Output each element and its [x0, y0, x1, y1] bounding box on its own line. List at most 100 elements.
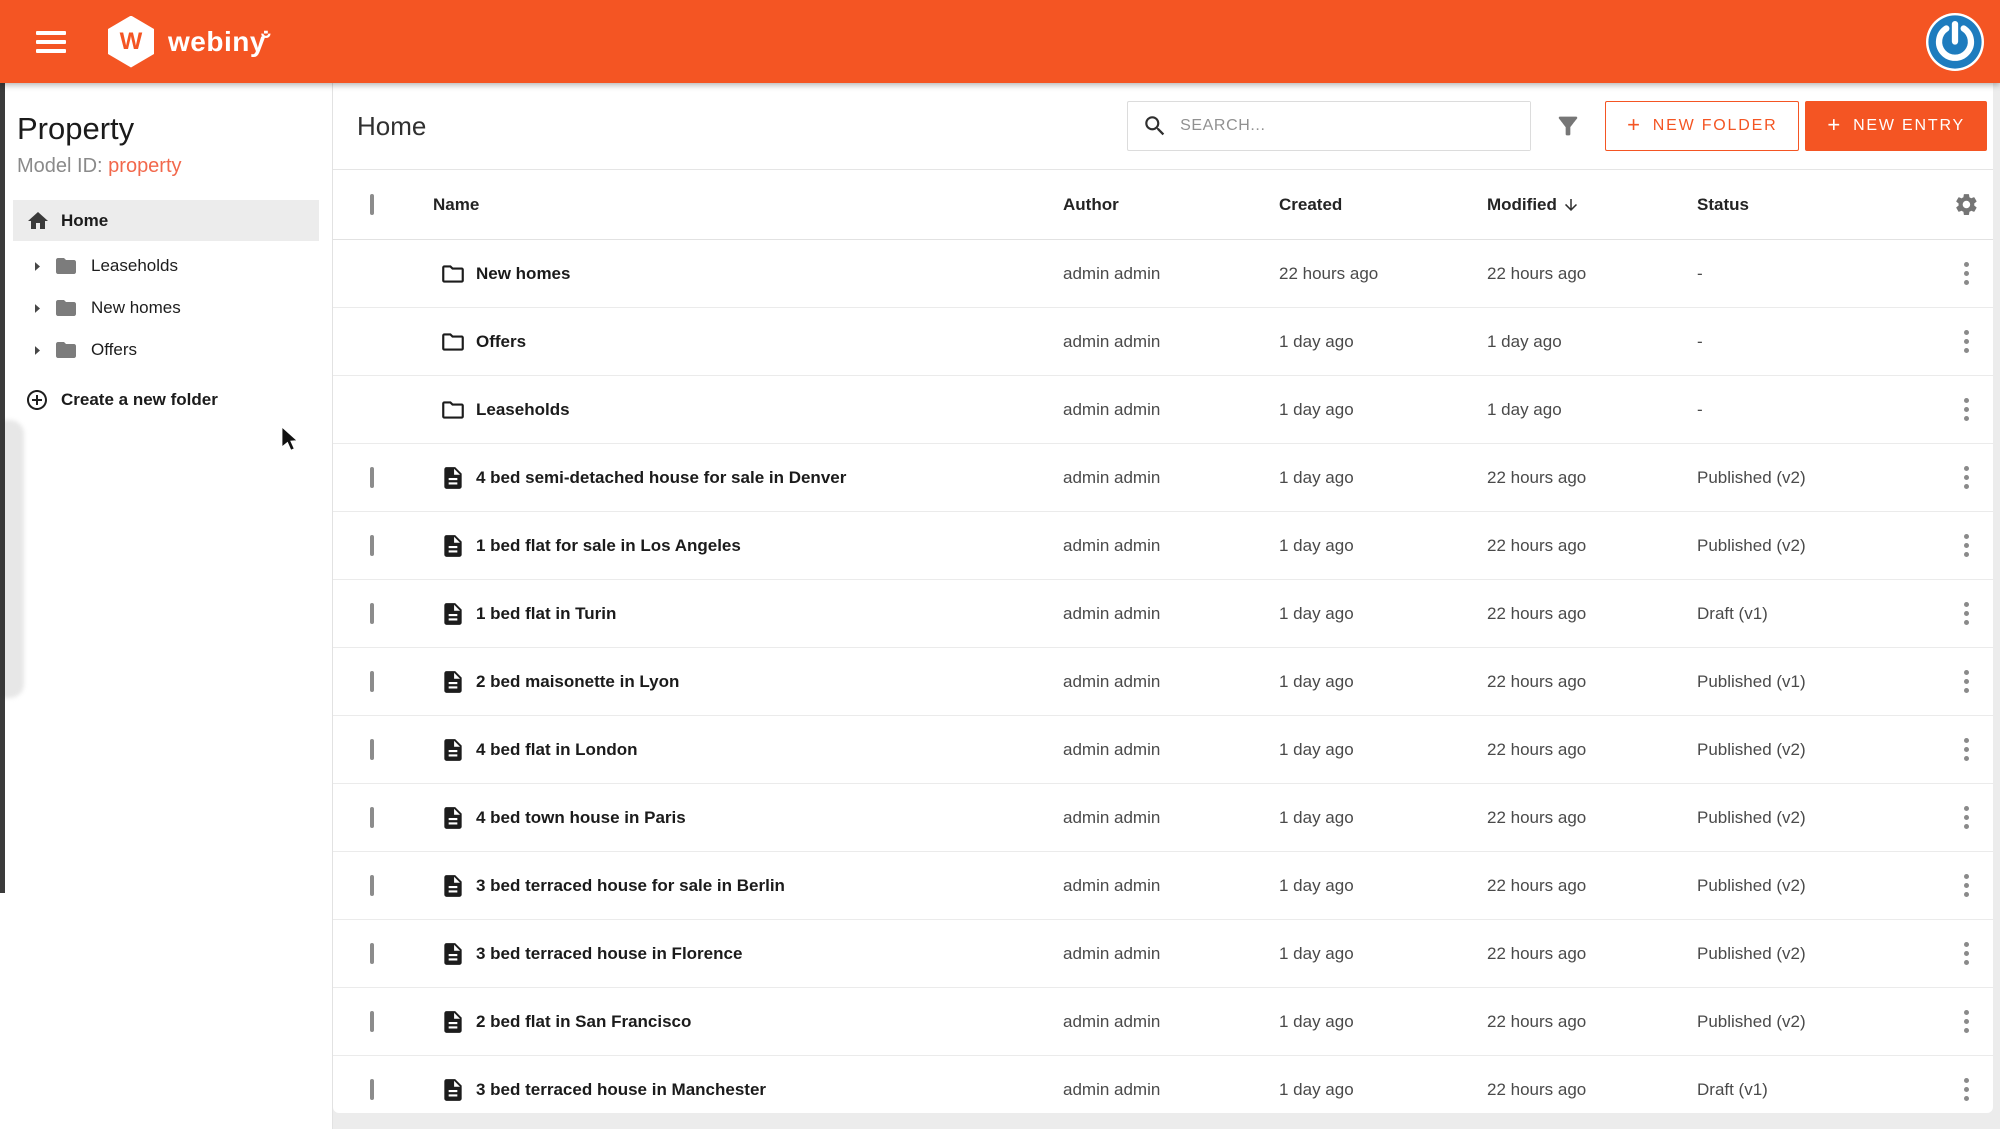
column-header-created[interactable]: Created — [1279, 195, 1487, 215]
table-row[interactable]: 4 bed semi-detached house for sale in De… — [333, 444, 1993, 512]
table-row[interactable]: Leaseholds admin admin 1 day ago 1 day a… — [333, 376, 1993, 444]
document-icon — [440, 533, 466, 559]
folder-icon — [56, 342, 76, 358]
table-row[interactable]: Offers admin admin 1 day ago 1 day ago - — [333, 308, 1993, 376]
column-header-modified[interactable]: Modified — [1487, 195, 1697, 215]
row-checkbox[interactable] — [370, 534, 374, 556]
kebab-menu-icon[interactable] — [1952, 394, 1982, 425]
new-entry-button[interactable]: + NEW ENTRY — [1805, 101, 1987, 151]
table-row[interactable]: New homes admin admin 22 hours ago 22 ho… — [333, 240, 1993, 308]
column-header-author[interactable]: Author — [1063, 195, 1279, 215]
kebab-menu-icon[interactable] — [1952, 258, 1982, 289]
row-status: - — [1697, 263, 1703, 283]
table-row[interactable]: 2 bed maisonette in Lyon admin admin 1 d… — [333, 648, 1993, 716]
row-author: admin admin — [1063, 739, 1161, 759]
create-folder-button[interactable]: Create a new folder — [0, 379, 332, 421]
kebab-menu-icon[interactable] — [1952, 802, 1982, 833]
gravatar-power-icon — [1928, 15, 1982, 69]
table-settings-button[interactable] — [1940, 192, 1993, 217]
hamburger-menu-icon[interactable] — [36, 30, 66, 53]
table-row[interactable]: 3 bed terraced house for sale in Berlin … — [333, 852, 1993, 920]
row-name[interactable]: 3 bed terraced house for sale in Berlin — [476, 876, 785, 896]
content-area: Home + NEW FOLDER + NEW ENTRY — [333, 83, 2000, 1129]
search-input[interactable] — [1180, 102, 1531, 150]
kebab-menu-icon[interactable] — [1952, 326, 1982, 357]
row-checkbox[interactable] — [370, 806, 374, 828]
document-icon — [440, 805, 466, 831]
row-name[interactable]: 2 bed maisonette in Lyon — [476, 672, 679, 692]
sidebar-home-label: Home — [61, 210, 109, 230]
row-name[interactable]: 1 bed flat for sale in Los Angeles — [476, 536, 741, 556]
row-checkbox[interactable] — [370, 874, 374, 896]
row-status: - — [1697, 331, 1703, 351]
filter-button[interactable] — [1553, 111, 1583, 141]
row-name[interactable]: 3 bed terraced house in Florence — [476, 944, 742, 964]
row-created: 1 day ago — [1279, 875, 1354, 895]
kebab-menu-icon[interactable] — [1952, 666, 1982, 697]
row-author: admin admin — [1063, 467, 1161, 487]
row-status: Published (v2) — [1697, 875, 1806, 895]
row-name[interactable]: 1 bed flat in Turin — [476, 604, 616, 624]
row-name[interactable]: Leaseholds — [476, 400, 570, 420]
table-body: New homes admin admin 22 hours ago 22 ho… — [333, 240, 1993, 1113]
row-checkbox[interactable] — [370, 670, 374, 692]
row-created: 22 hours ago — [1279, 263, 1379, 283]
column-header-name[interactable]: Name — [423, 195, 1063, 215]
column-header-status[interactable]: Status — [1697, 195, 1940, 215]
row-author: admin admin — [1063, 943, 1161, 963]
webiny-logo[interactable]: W webiny̐ — [108, 15, 266, 68]
row-checkbox[interactable] — [370, 1078, 374, 1100]
table-row[interactable]: 1 bed flat for sale in Los Angeles admin… — [333, 512, 1993, 580]
row-checkbox[interactable] — [370, 738, 374, 760]
row-status: Draft (v1) — [1697, 1079, 1768, 1099]
row-checkbox[interactable] — [370, 1010, 374, 1032]
row-created: 1 day ago — [1279, 1079, 1354, 1099]
model-sidebar: Property Model ID: property Home Leaseho… — [0, 83, 333, 1129]
table-row[interactable]: 4 bed town house in Paris admin admin 1 … — [333, 784, 1993, 852]
row-name[interactable]: New homes — [476, 264, 570, 284]
model-id-line: Model ID: property — [17, 155, 332, 178]
table-row[interactable]: 3 bed terraced house in Manchester admin… — [333, 1056, 1993, 1113]
table-row[interactable]: 2 bed flat in San Francisco admin admin … — [333, 988, 1993, 1056]
sidebar-folder-item[interactable]: Leaseholds — [0, 245, 332, 287]
table-row[interactable]: 3 bed terraced house in Florence admin a… — [333, 920, 1993, 988]
row-name[interactable]: 4 bed town house in Paris — [476, 808, 686, 828]
table-row[interactable]: 1 bed flat in Turin admin admin 1 day ag… — [333, 580, 1993, 648]
folder-tree: Leaseholds New homes Offers — [0, 245, 332, 371]
new-folder-button[interactable]: + NEW FOLDER — [1605, 101, 1800, 151]
row-name[interactable]: 3 bed terraced house in Manchester — [476, 1080, 766, 1100]
row-created: 1 day ago — [1279, 331, 1354, 351]
row-status: Published (v2) — [1697, 535, 1806, 555]
table-row[interactable]: 4 bed flat in London admin admin 1 day a… — [333, 716, 1993, 784]
row-name[interactable]: 2 bed flat in San Francisco — [476, 1012, 691, 1032]
document-icon — [440, 669, 466, 695]
kebab-menu-icon[interactable] — [1952, 598, 1982, 629]
kebab-menu-icon[interactable] — [1952, 530, 1982, 561]
row-name[interactable]: 4 bed flat in London — [476, 740, 637, 760]
row-name[interactable]: Offers — [476, 332, 526, 352]
sidebar-folder-item[interactable]: New homes — [0, 287, 332, 329]
row-status: Draft (v1) — [1697, 603, 1768, 623]
row-checkbox[interactable] — [370, 466, 374, 488]
sidebar-item-home[interactable]: Home — [13, 200, 319, 241]
kebab-menu-icon[interactable] — [1952, 462, 1982, 493]
row-modified: 22 hours ago — [1487, 875, 1587, 895]
drawer-edge — [0, 83, 5, 893]
kebab-menu-icon[interactable] — [1952, 870, 1982, 901]
user-avatar[interactable] — [1926, 13, 1984, 71]
create-folder-label: Create a new folder — [61, 390, 218, 409]
row-checkbox[interactable] — [370, 942, 374, 964]
webiny-hexagon-icon: W — [108, 15, 154, 68]
chevron-right-icon — [35, 303, 40, 313]
row-checkbox[interactable] — [370, 602, 374, 624]
kebab-menu-icon[interactable] — [1952, 1006, 1982, 1037]
select-all-checkbox[interactable] — [370, 193, 374, 215]
kebab-menu-icon[interactable] — [1952, 938, 1982, 969]
row-status: Published (v2) — [1697, 739, 1806, 759]
row-name[interactable]: 4 bed semi-detached house for sale in De… — [476, 468, 846, 488]
kebab-menu-icon[interactable] — [1952, 734, 1982, 765]
kebab-menu-icon[interactable] — [1952, 1074, 1982, 1105]
model-id-value[interactable]: property — [108, 155, 181, 177]
document-icon — [440, 941, 466, 967]
sidebar-folder-item[interactable]: Offers — [0, 329, 332, 371]
